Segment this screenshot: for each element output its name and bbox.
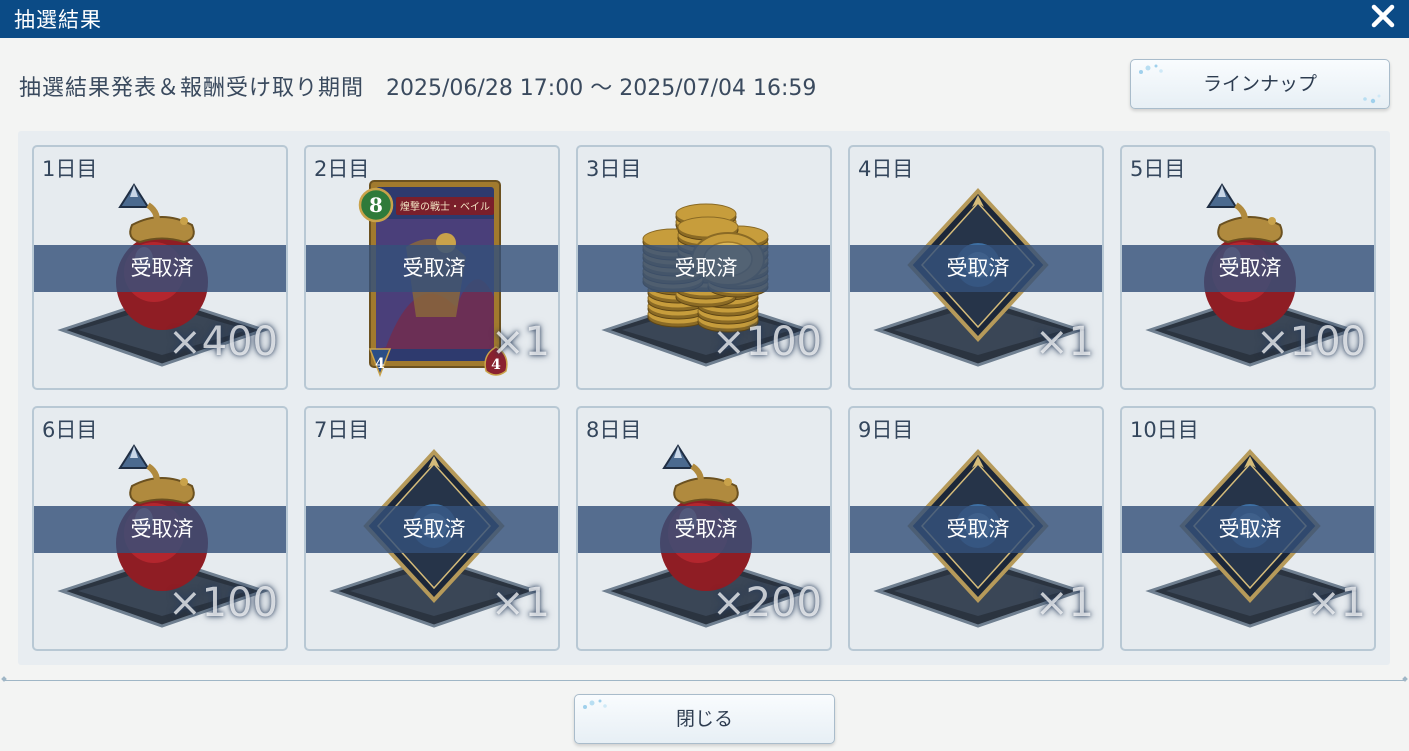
day-reward-cell: 1日目受取済 ×400 <box>32 145 288 390</box>
day-reward-cell: 8日目受取済 ×200 <box>576 406 832 651</box>
reward-quantity: ×100 <box>168 580 278 626</box>
lineup-button[interactable]: ラインナップ <box>1130 59 1390 109</box>
reward-quantity: ×200 <box>712 580 822 626</box>
day-reward-cell: 3日目受取済 ×100 <box>576 145 832 390</box>
reward-quantity: ×1 <box>1307 580 1366 626</box>
received-status-badge: 受取済 <box>1122 506 1374 553</box>
day-reward-cell: 8 煌撃の戦士・ベイル 4 4 2日目 受取済 ×1 <box>304 145 560 390</box>
divider <box>1 676 1408 682</box>
day-label: 1日目 <box>42 157 98 181</box>
day-reward-cell: 5日目受取済 ×100 <box>1120 145 1376 390</box>
reward-quantity: ×1 <box>1035 580 1094 626</box>
received-status-badge: 受取済 <box>850 506 1102 553</box>
reward-period: 抽選結果発表＆報酬受け取り期間 2025/06/28 17:00 ～ 2025/0… <box>19 70 816 102</box>
period-dates: 2025/06/28 17:00 ～ 2025/07/04 16:59 <box>386 76 817 101</box>
sparkle-decoration <box>1363 94 1381 104</box>
reward-quantity: ×400 <box>168 319 278 365</box>
day-label: 4日目 <box>858 157 914 181</box>
received-status-badge: 受取済 <box>34 245 286 292</box>
received-status-badge: 受取済 <box>578 506 830 553</box>
received-status-badge: 受取済 <box>578 245 830 292</box>
close-icon[interactable] <box>1367 0 1399 32</box>
day-label: 10日目 <box>1130 418 1199 442</box>
day-reward-cell: 6日目受取済 ×100 <box>32 406 288 651</box>
received-status-badge: 受取済 <box>306 245 558 292</box>
received-status-badge: 受取済 <box>306 506 558 553</box>
day-label: 7日目 <box>314 418 370 442</box>
day-label: 6日目 <box>42 418 98 442</box>
dialog-title: 抽選結果 <box>14 8 102 32</box>
reward-quantity: ×1 <box>491 319 550 365</box>
received-status-badge: 受取済 <box>850 245 1102 292</box>
day-reward-cell: 4日目受取済 ×1 <box>848 145 1104 390</box>
day-label: 3日目 <box>586 157 642 181</box>
card-name: 煌撃の戦士・ベイル <box>400 200 490 213</box>
received-status-badge: 受取済 <box>1122 245 1374 292</box>
day-reward-cell: 9日目受取済 ×1 <box>848 406 1104 651</box>
day-label: 5日目 <box>1130 157 1186 181</box>
day-label: 9日目 <box>858 418 914 442</box>
sparkle-decoration <box>1139 64 1163 74</box>
lineup-label: ラインナップ <box>1202 73 1317 95</box>
close-label: 閉じる <box>675 708 733 730</box>
received-status-badge: 受取済 <box>34 506 286 553</box>
card-cost: 8 <box>369 193 383 217</box>
day-reward-cell: 10日目受取済 ×1 <box>1120 406 1376 651</box>
title-bar: 抽選結果 <box>0 0 1409 38</box>
sparkle-decoration <box>583 699 607 709</box>
reward-quantity: ×100 <box>712 319 822 365</box>
day-reward-cell: 7日目受取済 ×1 <box>304 406 560 651</box>
reward-quantity: ×100 <box>1256 319 1366 365</box>
reward-quantity: ×1 <box>1035 319 1094 365</box>
day-label: 8日目 <box>586 418 642 442</box>
period-label: 抽選結果発表＆報酬受け取り期間 <box>19 76 365 101</box>
reward-quantity: ×1 <box>491 580 550 626</box>
close-button[interactable]: 閉じる <box>574 694 835 744</box>
card-attack: 4 <box>375 356 385 372</box>
day-label: 2日目 <box>314 157 370 181</box>
